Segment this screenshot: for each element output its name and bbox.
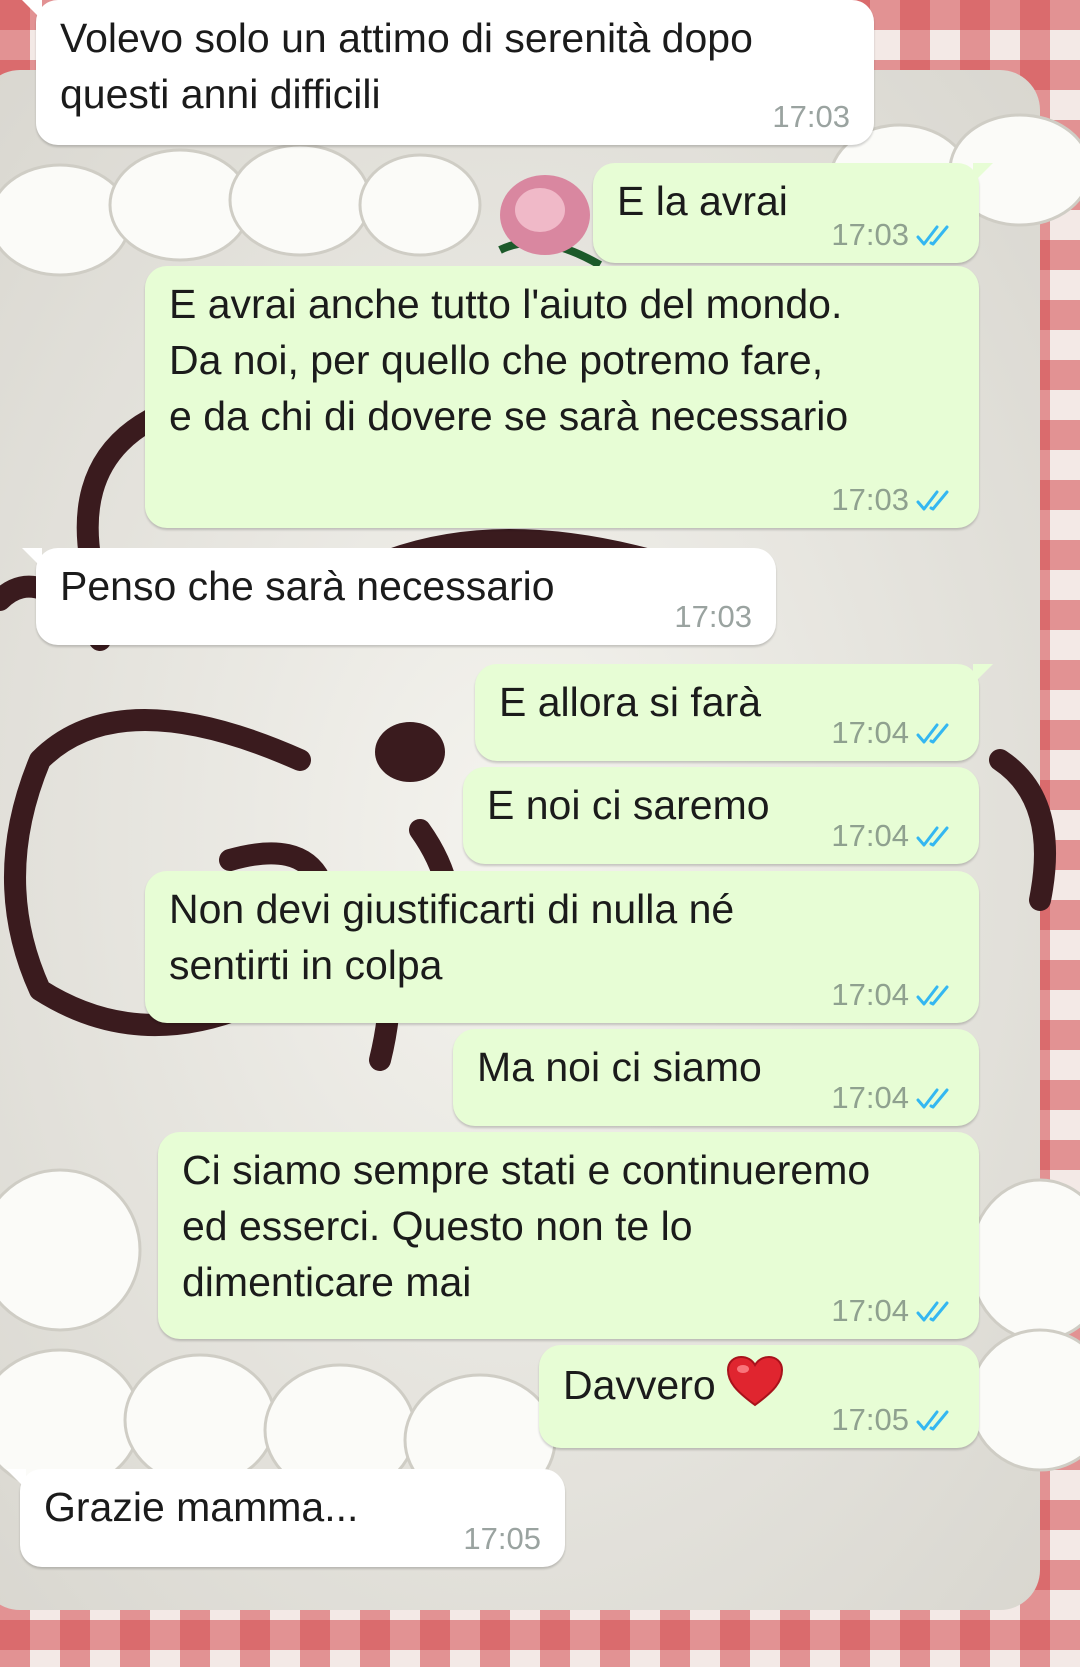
message-text-content: Ma noi ci siamo xyxy=(477,1044,762,1090)
message-timestamp: 17:03 xyxy=(831,217,909,252)
read-receipt-double-check-icon xyxy=(916,1088,949,1109)
message-text-content: E avrai anche tutto l'aiuto del mondo. D… xyxy=(169,281,849,439)
bubble-tail xyxy=(6,1469,26,1489)
message-text: Ma noi ci siamo xyxy=(477,1039,762,1095)
outgoing-message-bubble[interactable]: Ci siamo sempre stati e continueremo ed … xyxy=(158,1132,979,1339)
bubble-tail xyxy=(973,163,993,183)
read-receipt-double-check-icon xyxy=(916,1301,949,1322)
outgoing-message-bubble[interactable]: E noi ci saremo 17:04 xyxy=(463,767,979,864)
message-text: E avrai anche tutto l'aiuto del mondo. D… xyxy=(169,276,848,444)
message-meta: 17:04 xyxy=(831,1291,955,1331)
chat-thread[interactable]: Volevo solo un attimo di serenità dopo q… xyxy=(0,0,1080,1667)
message-text-content: E la avrai xyxy=(617,178,788,224)
message-meta: 17:03 xyxy=(831,480,955,520)
incoming-message-bubble[interactable]: Grazie mamma... 17:05 xyxy=(6,1469,565,1567)
outgoing-message-bubble[interactable]: Ma noi ci siamo 17:04 xyxy=(453,1029,979,1126)
red-heart-icon xyxy=(726,1355,783,1407)
message-timestamp: 17:04 xyxy=(831,818,909,853)
read-receipt-double-check-icon xyxy=(916,985,949,1006)
message-text: Penso che sarà necessario xyxy=(60,558,555,614)
message-text-content: E noi ci saremo xyxy=(487,782,770,828)
read-receipt-double-check-icon xyxy=(916,826,949,847)
read-receipt-double-check-icon xyxy=(916,490,949,511)
incoming-message-bubble[interactable]: Volevo solo un attimo di serenità dopo q… xyxy=(22,0,874,145)
outgoing-message-bubble[interactable]: Non devi giustificarti di nulla né senti… xyxy=(145,871,979,1023)
message-text: E allora si farà xyxy=(499,674,761,730)
message-timestamp: 17:04 xyxy=(831,715,909,750)
message-text: Non devi giustificarti di nulla né senti… xyxy=(169,881,734,993)
message-text: E la avrai xyxy=(617,173,788,229)
message-meta: 17:04 xyxy=(831,816,955,856)
outgoing-message-bubble[interactable]: E allora si farà 17:04 xyxy=(475,664,993,761)
message-text-content: Volevo solo un attimo di serenità dopo q… xyxy=(60,15,753,117)
message-timestamp: 17:04 xyxy=(831,1080,909,1115)
message-text-content: Non devi giustificarti di nulla né senti… xyxy=(169,886,735,988)
incoming-message-bubble[interactable]: Penso che sarà necessario 17:03 xyxy=(22,548,776,645)
message-timestamp: 17:03 xyxy=(772,99,850,134)
message-timestamp: 17:03 xyxy=(831,482,909,517)
message-text: Grazie mamma... xyxy=(44,1479,358,1535)
outgoing-message-bubble[interactable]: E la avrai 17:03 xyxy=(593,163,993,263)
bubble-tail xyxy=(22,548,42,568)
message-timestamp: 17:05 xyxy=(463,1521,541,1556)
read-receipt-double-check-icon xyxy=(916,225,949,246)
bubble-tail xyxy=(973,664,993,684)
message-meta: 17:04 xyxy=(831,713,955,753)
outgoing-message-bubble[interactable]: Davvero 17:05 xyxy=(539,1345,979,1448)
message-timestamp: 17:05 xyxy=(831,1402,909,1437)
message-meta: 17:04 xyxy=(831,975,955,1015)
message-timestamp: 17:04 xyxy=(831,977,909,1012)
message-meta: 17:05 xyxy=(831,1400,955,1440)
message-text-content: Grazie mamma... xyxy=(44,1484,359,1530)
message-text-content: E allora si farà xyxy=(499,679,762,725)
message-timestamp: 17:04 xyxy=(831,1293,909,1328)
outgoing-message-bubble[interactable]: E avrai anche tutto l'aiuto del mondo. D… xyxy=(145,266,979,528)
message-timestamp: 17:03 xyxy=(674,599,752,634)
message-meta: 17:03 xyxy=(674,597,752,637)
message-text-content: Penso che sarà necessario xyxy=(60,563,555,609)
message-meta: 17:03 xyxy=(831,215,955,255)
read-receipt-double-check-icon xyxy=(916,1410,949,1431)
bubble-tail xyxy=(22,0,42,20)
message-text: Ci siamo sempre stati e continueremo ed … xyxy=(182,1142,870,1310)
message-meta: 17:03 xyxy=(772,97,850,137)
message-text: Volevo solo un attimo di serenità dopo q… xyxy=(60,10,753,122)
read-receipt-double-check-icon xyxy=(916,723,949,744)
message-text: Davvero xyxy=(563,1355,784,1413)
message-meta: 17:05 xyxy=(463,1519,541,1559)
message-meta: 17:04 xyxy=(831,1078,955,1118)
message-text-content: Davvero xyxy=(563,1362,716,1408)
message-text-content: Ci siamo sempre stati e continueremo ed … xyxy=(182,1147,871,1305)
message-text: E noi ci saremo xyxy=(487,777,770,833)
